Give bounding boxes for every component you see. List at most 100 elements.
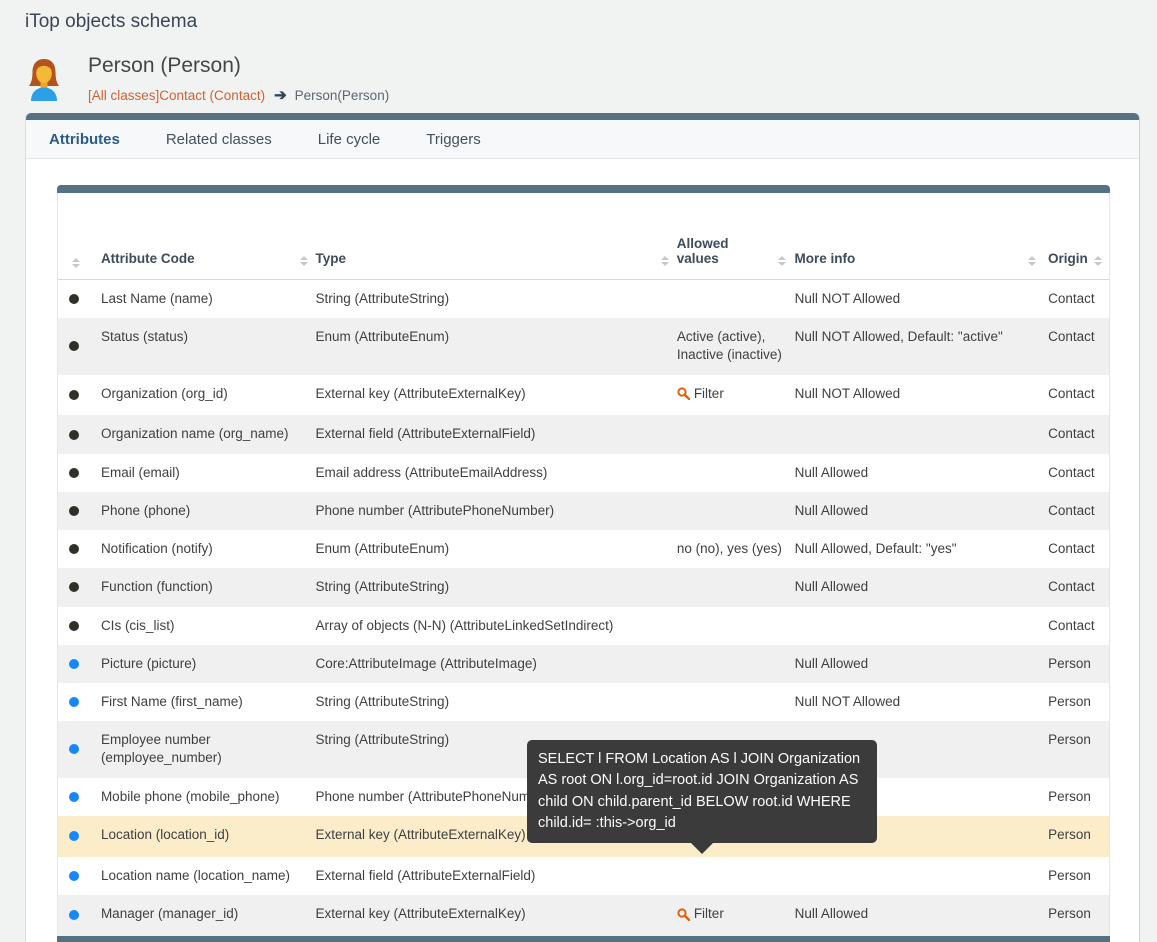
cell-attribute-code: CIs (cis_list) xyxy=(101,607,316,645)
origin-bullet-icon xyxy=(69,659,79,669)
column-header-allowed-values[interactable]: Allowed values xyxy=(677,236,790,279)
cell-type: Core:AttributeImage (AttributeImage) xyxy=(316,645,677,683)
cell-origin: Contact xyxy=(1044,568,1109,606)
table-row[interactable]: Organization name (org_name) External fi… xyxy=(58,415,1109,453)
sort-icon xyxy=(661,256,669,266)
origin-bullet-icon xyxy=(69,430,79,440)
cell-allowed-values xyxy=(677,492,790,530)
cell-origin: Contact xyxy=(1044,492,1109,530)
column-header-origin[interactable]: Origin xyxy=(1044,236,1109,279)
allowed-values-text: no (no), yes (yes) xyxy=(677,541,782,556)
column-header-attribute-code[interactable]: Attribute Code xyxy=(101,236,316,279)
origin-bullet-icon xyxy=(69,390,79,400)
table-header-row: Attribute Code Type Allowed values xyxy=(58,193,1109,280)
person-class-icon xyxy=(25,56,63,102)
origin-bullet-icon xyxy=(69,744,79,754)
cell-allowed-values xyxy=(677,568,790,606)
table-row[interactable]: Status (status) Enum (AttributeEnum) Act… xyxy=(58,318,1109,374)
cell-type: Enum (AttributeEnum) xyxy=(316,318,677,374)
cell-attribute-code: Function (function) xyxy=(101,568,316,606)
cell-more-info: Null Allowed xyxy=(790,492,1045,530)
cell-allowed-values xyxy=(677,280,790,318)
table-row[interactable]: Manager (manager_id) External key (Attri… xyxy=(58,895,1109,936)
cell-more-info: Null NOT Allowed xyxy=(790,280,1045,318)
column-header-bullet[interactable] xyxy=(58,236,101,279)
cell-more-info: Null Allowed xyxy=(790,454,1045,492)
cell-bullet xyxy=(58,778,101,816)
filter-link[interactable]: Filter xyxy=(677,385,724,403)
cell-type: External field (AttributeExternalField) xyxy=(316,857,677,895)
cell-bullet xyxy=(58,721,101,777)
filter-link[interactable]: Filter xyxy=(677,905,724,923)
origin-bullet-icon xyxy=(69,910,79,920)
cell-allowed-values xyxy=(677,415,790,453)
page-title: iTop objects schema xyxy=(25,11,197,33)
cell-allowed-values: no (no), yes (yes) xyxy=(677,530,790,568)
cell-origin: Contact xyxy=(1044,454,1109,492)
table-row[interactable]: Phone (phone) Phone number (AttributePho… xyxy=(58,492,1109,530)
cell-more-info xyxy=(790,607,1045,645)
column-header-type[interactable]: Type xyxy=(316,236,677,279)
cell-bullet xyxy=(58,492,101,530)
origin-bullet-icon xyxy=(69,294,79,304)
filter-label: Filter xyxy=(694,385,724,403)
breadcrumb: [All classes] Contact (Contact) ➔ Person… xyxy=(88,86,389,104)
cell-more-info: Null NOT Allowed, Default: "active" xyxy=(790,318,1045,374)
cell-more-info: Null Allowed xyxy=(790,645,1045,683)
cell-attribute-code: Mobile phone (mobile_phone) xyxy=(101,778,316,816)
cell-origin: Person xyxy=(1044,645,1109,683)
cell-more-info: Null NOT Allowed xyxy=(790,375,1045,416)
cell-allowed-values xyxy=(677,683,790,721)
breadcrumb-link-all-classes[interactable]: [All classes] xyxy=(88,88,159,103)
sort-icon xyxy=(1094,256,1102,266)
cell-origin: Contact xyxy=(1044,530,1109,568)
cell-allowed-values xyxy=(677,607,790,645)
cell-attribute-code: Picture (picture) xyxy=(101,645,316,683)
sort-icon xyxy=(1028,256,1036,266)
table-row[interactable]: Last Name (name) String (AttributeString… xyxy=(58,280,1109,318)
table-row[interactable]: Picture (picture) Core:AttributeImage (A… xyxy=(58,645,1109,683)
origin-bullet-icon xyxy=(69,792,79,802)
panel-top-bar xyxy=(26,113,1139,120)
cell-bullet xyxy=(58,816,101,857)
origin-bullet-icon xyxy=(69,621,79,631)
table-top-bar xyxy=(57,185,1110,193)
cell-attribute-code: Location name (location_name) xyxy=(101,857,316,895)
cell-origin: Contact xyxy=(1044,375,1109,416)
breadcrumb-arrow-icon: ➔ xyxy=(274,86,287,104)
table-row[interactable]: Email (email) Email address (AttributeEm… xyxy=(58,454,1109,492)
cell-origin: Contact xyxy=(1044,607,1109,645)
magnifier-icon xyxy=(677,908,690,921)
cell-type: String (AttributeString) xyxy=(316,280,677,318)
tab-related-classes[interactable]: Related classes xyxy=(166,131,272,148)
cell-attribute-code: Notification (notify) xyxy=(101,530,316,568)
table-row[interactable]: Function (function) String (AttributeStr… xyxy=(58,568,1109,606)
cell-more-info: Null Allowed xyxy=(790,895,1045,936)
origin-bullet-icon xyxy=(69,831,79,841)
cell-bullet xyxy=(58,607,101,645)
tab-life-cycle[interactable]: Life cycle xyxy=(318,131,381,148)
origin-bullet-icon xyxy=(69,506,79,516)
cell-origin: Person xyxy=(1044,778,1109,816)
table-row[interactable]: Location name (location_name) External f… xyxy=(58,857,1109,895)
cell-type: External key (AttributeExternalKey) xyxy=(316,375,677,416)
sort-icon xyxy=(778,256,786,266)
table-row[interactable]: CIs (cis_list) Array of objects (N-N) (A… xyxy=(58,607,1109,645)
table-row[interactable]: First Name (first_name) String (Attribut… xyxy=(58,683,1109,721)
tab-attributes[interactable]: Attributes xyxy=(49,131,120,148)
cell-bullet xyxy=(58,568,101,606)
cell-type: External field (AttributeExternalField) xyxy=(316,415,677,453)
class-header: Person (Person) [All classes] Contact (C… xyxy=(25,54,389,104)
table-row[interactable]: Organization (org_id) External key (Attr… xyxy=(58,375,1109,416)
cell-attribute-code: Manager (manager_id) xyxy=(101,895,316,936)
cell-bullet xyxy=(58,375,101,416)
tab-triggers[interactable]: Triggers xyxy=(426,131,480,148)
allowed-values-text: Active (active), Inactive (inactive) xyxy=(677,329,782,362)
breadcrumb-link-contact[interactable]: Contact (Contact) xyxy=(159,88,265,103)
column-header-more-info[interactable]: More info xyxy=(790,236,1044,279)
cell-allowed-values: Filter xyxy=(677,375,790,416)
cell-type: Phone number (AttributePhoneNumber) xyxy=(316,492,677,530)
cell-bullet xyxy=(58,415,101,453)
cell-allowed-values xyxy=(677,454,790,492)
table-row[interactable]: Notification (notify) Enum (AttributeEnu… xyxy=(58,530,1109,568)
